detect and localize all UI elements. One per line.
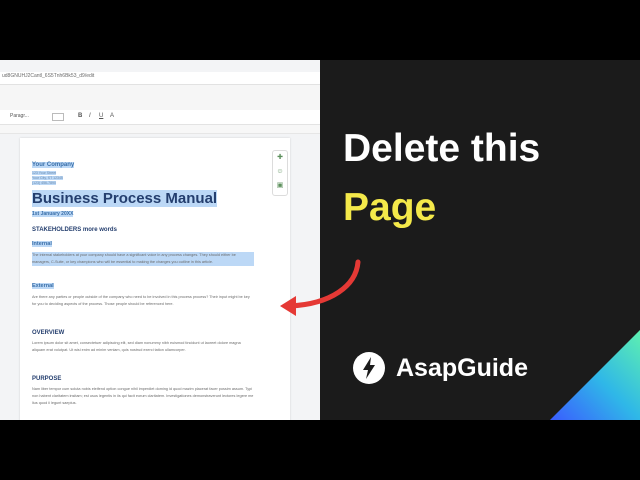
- letterbox-bottom: [0, 420, 640, 480]
- underline-button[interactable]: U: [99, 113, 103, 119]
- gradient-corner-decoration: [550, 330, 640, 420]
- add-comment-icon[interactable]: ✚: [273, 151, 287, 165]
- internal-paragraph: The internal stakeholders at your compan…: [32, 252, 254, 266]
- address-line: Your City, ST 12345: [32, 176, 63, 180]
- font-size-box[interactable]: [52, 113, 64, 121]
- ruler: [0, 125, 320, 134]
- document-date: 1st January 20XX: [32, 211, 74, 217]
- overview-paragraph: Lorem ipsum dolor sit amet, consectetuer…: [32, 341, 241, 352]
- stakeholders-heading: STAKEHOLDERS more words: [32, 227, 117, 233]
- letterbox-top: [0, 0, 640, 60]
- curved-arrow-icon: [280, 259, 361, 316]
- document-title: Business Process Manual: [32, 190, 218, 207]
- overview-heading: OVERVIEW: [32, 330, 65, 336]
- document-page[interactable]: Your Company 123 Your Street Your City, …: [20, 138, 290, 420]
- suggest-edit-icon[interactable]: ▣: [273, 179, 287, 193]
- floating-side-toolbar: ✚ ☺ ▣: [272, 150, 288, 196]
- internal-heading: Internal: [32, 241, 52, 247]
- paragraph-style-select[interactable]: Paragr...: [10, 113, 29, 119]
- menu-area: [0, 85, 320, 110]
- headline-line-2: Page: [343, 186, 437, 229]
- lightning-bolt-icon: [353, 352, 385, 384]
- address-bar[interactable]: ud8GNUHJ2Cantl_6S5Tnh6Bk53_d9/edit: [0, 72, 320, 85]
- bold-button[interactable]: B: [78, 113, 82, 119]
- title-panel: Delete this Page AsapGuide: [320, 60, 640, 420]
- headline-line-1: Delete this: [343, 127, 541, 170]
- docs-toolbar: Paragr... B I U A: [0, 110, 320, 125]
- purpose-heading: PURPOSE: [32, 376, 62, 382]
- emoji-reaction-icon[interactable]: ☺: [273, 165, 287, 179]
- google-docs-screenshot: ud8GNUHJ2Cantl_6S5Tnh6Bk53_d9/edit Parag…: [0, 60, 320, 420]
- brand-name: AsapGuide: [396, 354, 528, 382]
- url-text: ud8GNUHJ2Cantl_6S5Tnh6Bk53_d9/edit: [2, 73, 95, 79]
- address-line: (123) 456-7890: [32, 181, 56, 185]
- purpose-paragraph: Nam liber tempor cum soluta nobis eleife…: [32, 387, 254, 405]
- text-color-button[interactable]: A: [110, 113, 114, 119]
- external-heading: External: [32, 283, 54, 289]
- external-paragraph: Are there any parties or people outside …: [32, 295, 250, 306]
- company-name: Your Company: [32, 162, 75, 168]
- italic-button[interactable]: I: [89, 113, 91, 119]
- address-line: 123 Your Street: [32, 171, 57, 175]
